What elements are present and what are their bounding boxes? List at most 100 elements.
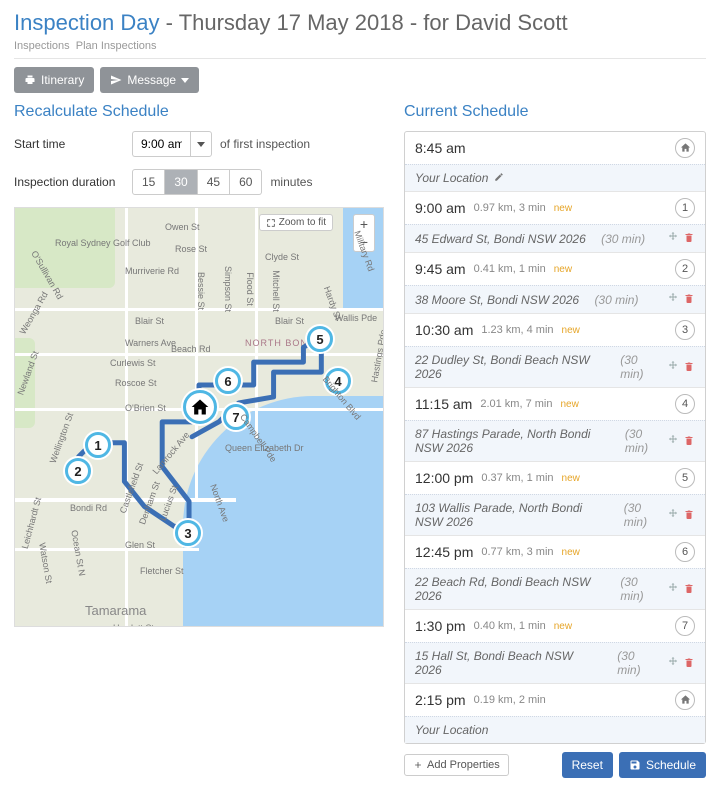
map-pin-2[interactable]: 2: [65, 458, 91, 484]
map-label: Beach Rd: [171, 344, 211, 354]
home-icon: [680, 693, 691, 708]
schedule-entry: 1:30 pm0.40 km, 1 minnew715 Hall St, Bon…: [405, 609, 705, 683]
delete-icon[interactable]: [683, 360, 695, 375]
plus-icon: [413, 760, 423, 770]
duration-45[interactable]: 45: [198, 169, 230, 195]
breadcrumb: Inspections Plan Inspections: [14, 40, 706, 52]
entry-duration: (30 min): [625, 427, 661, 455]
entry-dist: 0.41 km, 1 min: [474, 263, 546, 275]
map-label: Queen Elizabeth Dr: [225, 443, 304, 453]
start-time-dropdown-button[interactable]: [190, 131, 212, 157]
entry-duration: (30 min): [617, 649, 661, 677]
duration-group: 15 30 45 60: [132, 169, 262, 195]
area-tamarama: Tamarama: [85, 603, 146, 618]
delete-icon[interactable]: [683, 292, 695, 307]
home-badge: [675, 138, 695, 158]
schedule-entry: 12:45 pm0.77 km, 3 minnew622 Beach Rd, B…: [405, 535, 705, 609]
map-label: Blair St: [275, 316, 304, 326]
page-title: Inspection Day - Thursday 17 May 2018 - …: [14, 10, 706, 36]
home-icon: [680, 141, 691, 156]
divider: [14, 58, 706, 59]
map[interactable]: NORTH BONDI 1 2 3 4 5 6 7 Zoom to fit +: [14, 207, 384, 627]
chevron-down-icon: [181, 78, 189, 83]
map-pin-1[interactable]: 1: [85, 432, 111, 458]
duration-30[interactable]: 30: [165, 169, 197, 195]
move-icon[interactable]: [667, 656, 679, 671]
entry-address: 15 Hall St, Bondi Beach NSW 2026: [415, 649, 602, 677]
breadcrumb-inspections[interactable]: Inspections: [14, 40, 70, 52]
duration-15[interactable]: 15: [132, 169, 165, 195]
map-label: Flood St: [245, 272, 255, 306]
delete-icon[interactable]: [683, 231, 695, 246]
delete-icon[interactable]: [683, 582, 695, 597]
schedule-entry: 2:15 pm0.19 km, 2 minYour Location: [405, 683, 705, 743]
entry-time: 1:30 pm: [415, 618, 466, 634]
map-label: Rose St: [175, 244, 207, 254]
map-label: Fletcher St: [140, 566, 184, 576]
entry-dist: 1.23 km, 4 min: [481, 324, 553, 336]
schedule-title: Current Schedule: [404, 103, 706, 121]
stop-number-badge: 4: [675, 394, 695, 414]
entry-duration: (30 min): [620, 353, 661, 381]
schedule-button[interactable]: Schedule: [619, 752, 706, 778]
schedule-entry: 11:15 am2.01 km, 7 minnew487 Hastings Pa…: [405, 387, 705, 461]
entry-duration: (30 min): [601, 232, 645, 246]
move-icon[interactable]: [667, 360, 679, 375]
entry-duration: (30 min): [624, 501, 661, 529]
map-pin-home[interactable]: [183, 390, 217, 424]
chevron-down-icon: [197, 142, 205, 147]
move-icon[interactable]: [667, 434, 679, 449]
home-icon: [190, 397, 210, 417]
entry-time: 12:45 pm: [415, 544, 473, 560]
entry-address: 45 Edward St, Bondi NSW 2026: [415, 232, 586, 246]
new-badge: new: [554, 264, 572, 275]
entry-dist: 0.37 km, 1 min: [481, 472, 553, 484]
agent-name: David Scott: [455, 10, 568, 35]
start-suffix: of first inspection: [220, 137, 310, 151]
entry-dist: 2.01 km, 7 min: [480, 398, 552, 410]
print-icon: [24, 74, 36, 86]
itinerary-button[interactable]: Itinerary: [14, 67, 94, 93]
map-label: Blair St: [135, 316, 164, 326]
start-time-select[interactable]: [132, 131, 212, 157]
move-icon[interactable]: [667, 508, 679, 523]
map-label: Bessie St: [196, 272, 206, 310]
start-time-label: Start time: [14, 137, 124, 151]
schedule-entry: 12:00 pm0.37 km, 1 minnew5103 Wallis Par…: [405, 461, 705, 535]
entry-address: 103 Wallis Parade, North Bondi NSW 2026: [415, 501, 608, 529]
duration-60[interactable]: 60: [230, 169, 262, 195]
duration-suffix: minutes: [270, 175, 312, 189]
start-time-input[interactable]: [132, 131, 190, 157]
map-label: Warners Ave: [125, 338, 176, 348]
move-icon[interactable]: [667, 231, 679, 246]
add-properties-button[interactable]: Add Properties: [404, 754, 509, 776]
move-icon[interactable]: [667, 582, 679, 597]
title-link[interactable]: Inspection Day: [14, 10, 160, 35]
map-pin-3[interactable]: 3: [175, 520, 201, 546]
entry-duration: (30 min): [620, 575, 661, 603]
map-label: Bondi Rd: [70, 503, 107, 513]
pencil-icon[interactable]: [494, 171, 504, 185]
duration-label: Inspection duration: [14, 175, 124, 189]
reset-button[interactable]: Reset: [562, 752, 613, 778]
delete-icon[interactable]: [683, 656, 695, 671]
schedule-entry: 9:00 am0.97 km, 3 minnew145 Edward St, B…: [405, 191, 705, 252]
schedule-list: 8:45 amYour Location9:00 am0.97 km, 3 mi…: [404, 131, 706, 744]
message-button[interactable]: Message: [100, 67, 199, 93]
schedule-entry: 8:45 amYour Location: [405, 132, 705, 191]
stop-number-badge: 6: [675, 542, 695, 562]
new-badge: new: [562, 547, 580, 558]
breadcrumb-plan[interactable]: Plan Inspections: [76, 40, 157, 52]
map-label: Murriverie Rd: [125, 266, 179, 276]
stop-number-badge: 7: [675, 616, 695, 636]
schedule-entry: 9:45 am0.41 km, 1 minnew238 Moore St, Bo…: [405, 252, 705, 313]
zoom-to-fit-button[interactable]: Zoom to fit: [259, 214, 333, 231]
map-pin-5[interactable]: 5: [307, 326, 333, 352]
map-pin-6[interactable]: 6: [215, 368, 241, 394]
delete-icon[interactable]: [683, 508, 695, 523]
move-icon[interactable]: [667, 292, 679, 307]
stop-number-badge: 2: [675, 259, 695, 279]
map-label: Royal Sydney Golf Club: [55, 238, 151, 248]
delete-icon[interactable]: [683, 434, 695, 449]
entry-dist: 0.19 km, 2 min: [474, 694, 546, 706]
